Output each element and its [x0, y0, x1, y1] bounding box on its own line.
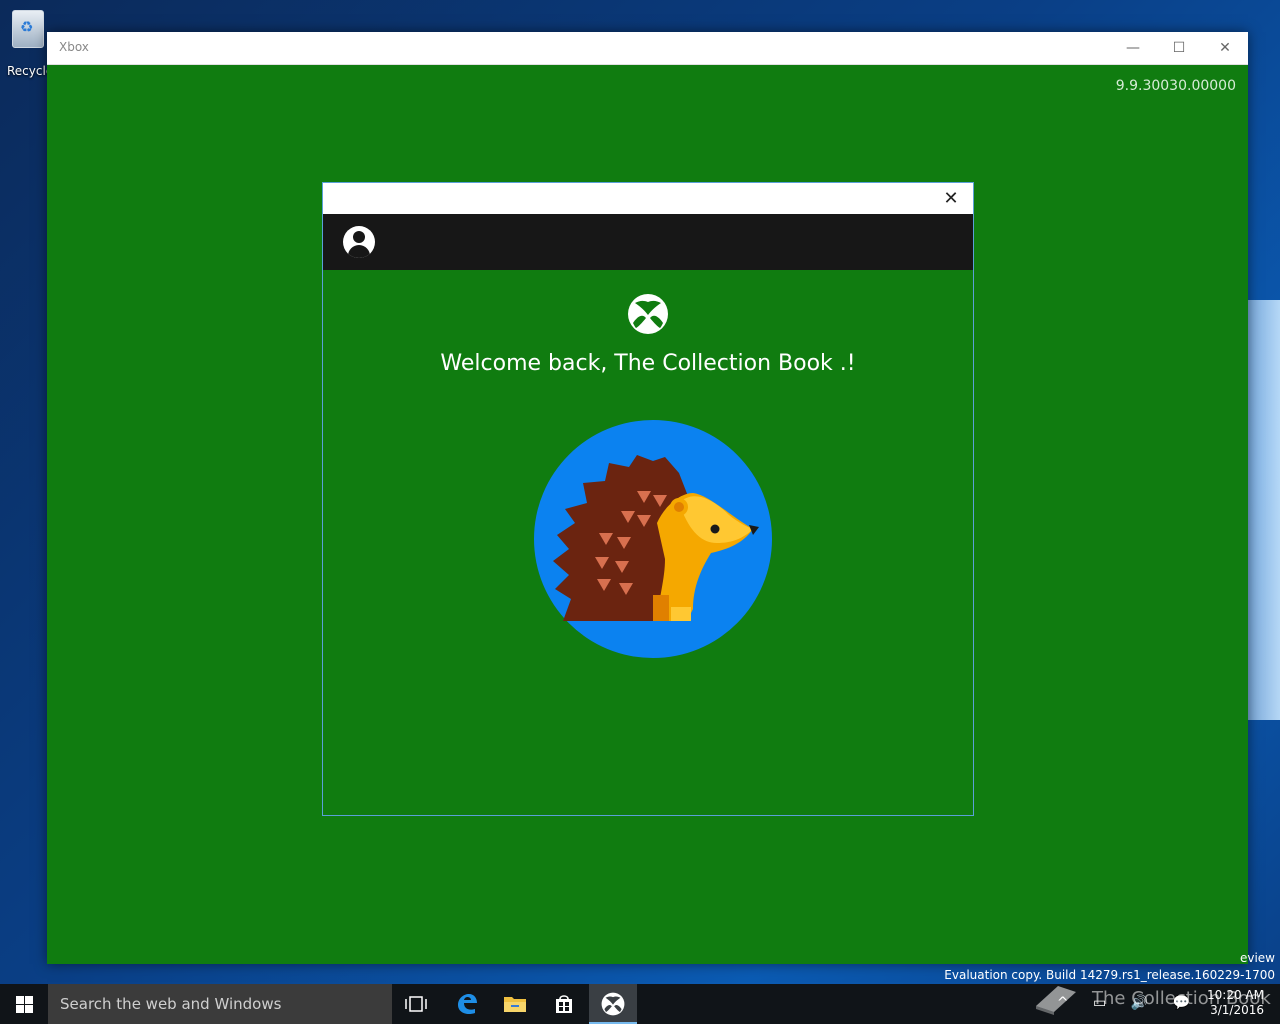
- close-button[interactable]: ✕: [1202, 32, 1248, 64]
- welcome-heading: Welcome back, The Collection Book .!: [440, 351, 856, 376]
- minimize-button[interactable]: —: [1110, 32, 1156, 64]
- signin-dialog: ✕ Welcome back, The Collection Book .!: [322, 182, 974, 816]
- dialog-titlebar: ✕: [323, 183, 973, 214]
- edge-browser-button[interactable]: [443, 984, 491, 1024]
- store-bag-icon: [556, 995, 572, 1013]
- dialog-close-button[interactable]: ✕: [939, 187, 963, 211]
- collection-book-watermark: The Collection Book: [1032, 978, 1271, 1024]
- recycle-bin-icon: [12, 10, 44, 48]
- insider-preview-text: eview: [1239, 951, 1275, 965]
- xbox-logo-icon: [628, 294, 668, 334]
- xbox-app-taskbar-button[interactable]: [589, 984, 637, 1024]
- task-view-icon: [405, 996, 427, 1012]
- start-button[interactable]: [0, 984, 48, 1024]
- user-avatar-icon[interactable]: [343, 226, 375, 258]
- windows-logo-icon: [16, 996, 24, 1004]
- search-box[interactable]: Search the web and Windows: [48, 984, 392, 1024]
- file-explorer-button[interactable]: [491, 984, 539, 1024]
- app-version: 9.9.30030.00000: [1115, 78, 1236, 94]
- xbox-taskbar-icon: [601, 992, 625, 1016]
- folder-icon: [504, 997, 526, 1012]
- gamerpic-hedgehog-avatar: [534, 420, 772, 658]
- xbox-window: Xbox — ☐ ✕ 9.9.30030.00000 ✕ Welcome bac…: [47, 32, 1248, 964]
- task-view-button[interactable]: [392, 984, 440, 1024]
- window-titlebar[interactable]: Xbox — ☐ ✕: [47, 32, 1248, 65]
- store-button[interactable]: [540, 984, 588, 1024]
- edge-icon: [458, 994, 477, 1015]
- window-title: Xbox: [59, 40, 89, 54]
- maximize-button[interactable]: ☐: [1156, 32, 1202, 64]
- book-icon: [1036, 986, 1076, 1015]
- dialog-user-bar: [323, 214, 973, 270]
- watermark-text: The Collection Book: [1092, 988, 1271, 1009]
